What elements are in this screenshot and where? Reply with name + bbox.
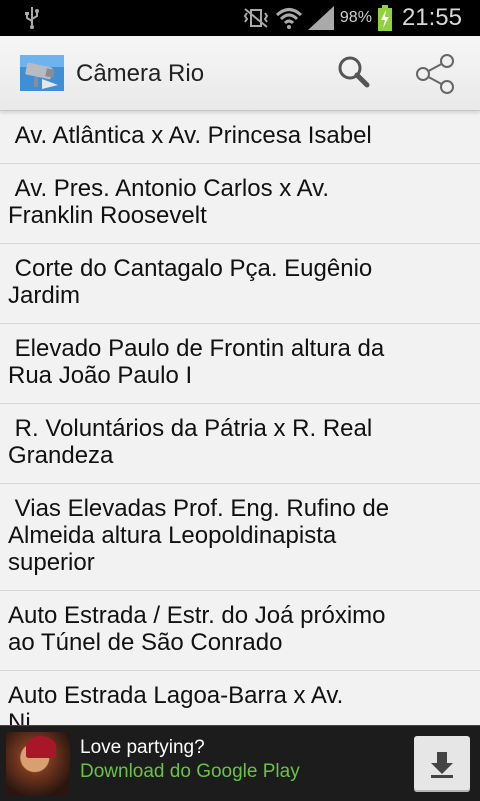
wifi-icon xyxy=(275,8,302,29)
action-bar: Câmera Rio xyxy=(0,36,480,111)
share-icon[interactable] xyxy=(414,54,456,94)
list-item[interactable]: Auto Estrada / Estr. do Joá próximo ao T… xyxy=(0,591,480,671)
list-item[interactable]: Auto Estrada Lagoa-Barra x Av. Ni... xyxy=(0,671,480,725)
signal-icon xyxy=(307,6,334,30)
ad-game-thumbnail[interactable] xyxy=(6,732,70,796)
app-title: Câmera Rio xyxy=(76,60,205,87)
ad-subtitle[interactable]: Download do Google Play xyxy=(80,761,300,783)
list-item[interactable]: R. Voluntários da Pátria x R. Real Grand… xyxy=(0,404,480,484)
download-icon xyxy=(431,752,453,778)
usb-icon xyxy=(25,7,39,29)
battery-charging-icon xyxy=(377,5,392,31)
ad-title[interactable]: Love partying? xyxy=(80,737,205,759)
status-bar: 98% 21:55 xyxy=(0,0,480,36)
clock: 21:55 xyxy=(401,4,462,31)
search-icon[interactable] xyxy=(336,54,372,90)
battery-percent: 98% xyxy=(339,9,372,26)
list-item[interactable]: Corte do Cantagalo Pça. Eugênio Jardim xyxy=(0,244,480,324)
helmet-crest-shape xyxy=(26,736,56,758)
ad-download-button[interactable] xyxy=(414,736,470,792)
vibrate-icon xyxy=(243,8,269,28)
list-item[interactable]: Elevado Paulo de Frontin altura da Rua J… xyxy=(0,324,480,404)
app-camera-icon[interactable] xyxy=(20,55,64,91)
list-item[interactable]: Vias Elevadas Prof. Eng. Rufino de Almei… xyxy=(0,484,480,591)
camera-list[interactable]: Av. Atlântica x Av. Princesa Isabel Av. … xyxy=(0,111,480,725)
list-item[interactable]: Av. Pres. Antonio Carlos x Av. Franklin … xyxy=(0,164,480,244)
list-item[interactable]: Av. Atlântica x Av. Princesa Isabel xyxy=(0,111,480,164)
ad-banner[interactable]: Love partying? Download do Google Play xyxy=(0,725,480,801)
